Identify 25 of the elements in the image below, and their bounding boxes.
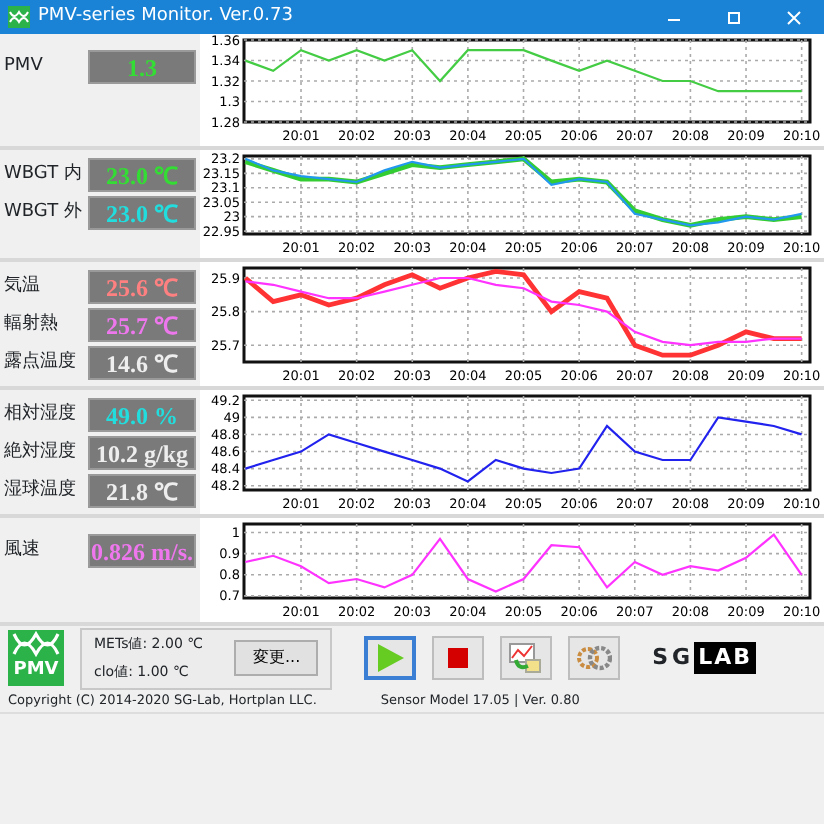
reading-value: 10.2 g/kg bbox=[95, 441, 188, 465]
reading-label: PMV bbox=[4, 53, 45, 80]
reading-label: 絶対湿度 bbox=[4, 439, 78, 466]
line-series bbox=[244, 276, 803, 347]
reading-label: 湿球温度 bbox=[4, 477, 78, 504]
reading-label: WBGT 外 bbox=[4, 199, 84, 226]
reading-label: 気温 bbox=[4, 273, 42, 300]
reading-value: 25.6 ℃ bbox=[106, 275, 178, 299]
reading-label: 輻射熱 bbox=[4, 311, 60, 338]
reading-value: 25.7 ℃ bbox=[106, 313, 178, 337]
brand-logo: SG LAB bbox=[652, 641, 756, 675]
change-button[interactable]: 変更... bbox=[234, 640, 319, 676]
window-title: PMV-series Monitor. Ver.0.73 bbox=[38, 3, 295, 30]
reading-value: 1.3 bbox=[127, 55, 157, 79]
reading-label: 相対湿度 bbox=[4, 401, 78, 428]
reading-label: 露点温度 bbox=[4, 349, 78, 376]
reading-value: 21.8 ℃ bbox=[106, 479, 178, 503]
reading-value: 23.0 ℃ bbox=[106, 201, 178, 225]
reading-value: 49.0 % bbox=[106, 403, 178, 427]
reading-value: 14.6 ℃ bbox=[106, 351, 178, 375]
reading-label: 風速 bbox=[4, 537, 42, 564]
reading-value: 0.826 m/s. bbox=[91, 539, 193, 563]
reading-label: WBGT 内 bbox=[4, 161, 84, 188]
logo: PMV bbox=[8, 630, 64, 686]
reading-value: 23.0 ℃ bbox=[106, 163, 178, 187]
